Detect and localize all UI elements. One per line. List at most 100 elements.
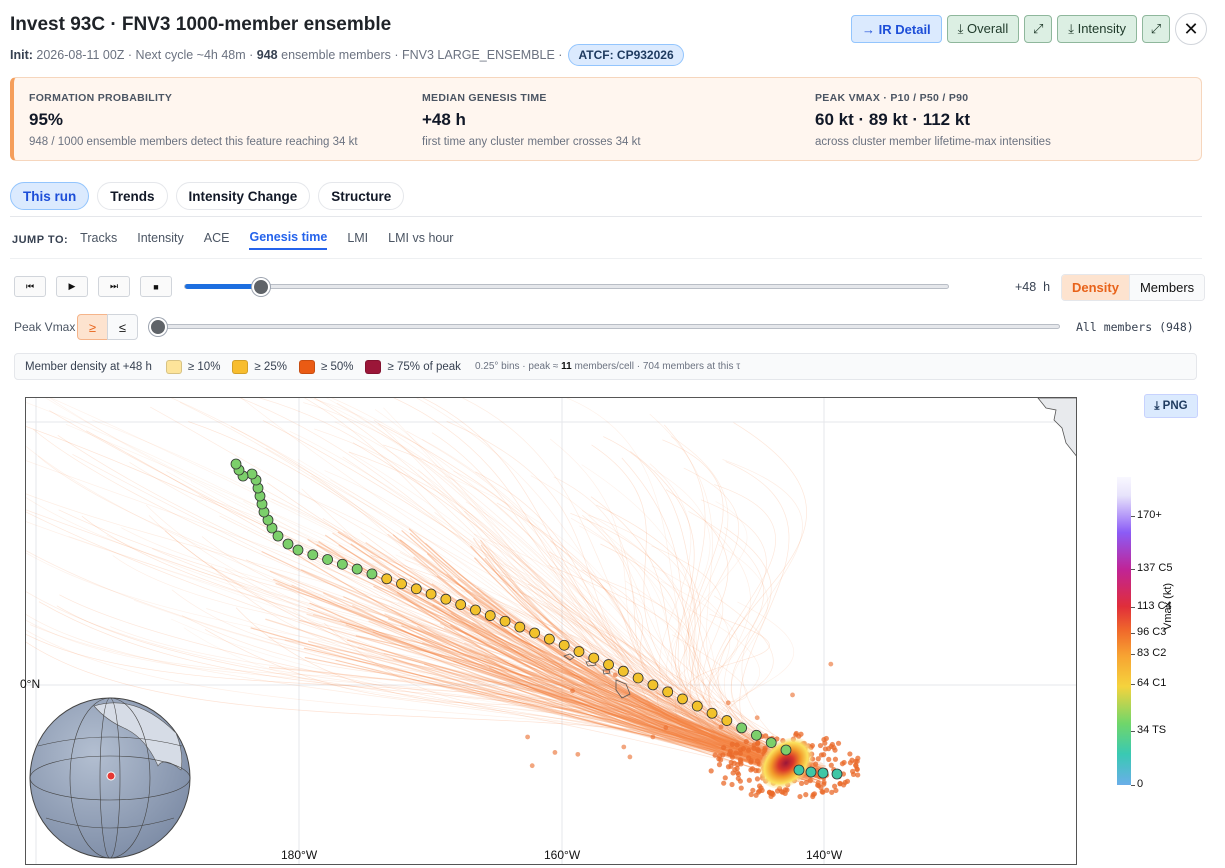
expand-overall-icon[interactable]: ⤢	[1024, 15, 1053, 43]
swatch	[298, 359, 315, 374]
member-position	[621, 744, 627, 750]
time-slider-track[interactable]	[184, 284, 949, 289]
time-slider-handle[interactable]	[251, 278, 270, 296]
skip-start-button[interactable]: ⏮	[14, 276, 46, 297]
vmax-le-button[interactable]: ≤	[107, 314, 138, 340]
track-point	[366, 568, 378, 580]
member-position	[627, 754, 633, 760]
close-icon[interactable]: ✕	[1175, 13, 1207, 45]
track-point	[831, 768, 843, 780]
play-button[interactable]: ▶	[56, 276, 88, 297]
time-slider-fill	[185, 284, 262, 289]
colorbar-title: Vmax (kt)	[1162, 582, 1174, 630]
jump-tracks[interactable]: Tracks	[80, 231, 117, 249]
track-point	[336, 558, 348, 570]
member-position	[813, 761, 819, 767]
run-info: Init: 2026-08-11 00Z · Next cycle ~4h 48…	[10, 44, 684, 66]
member-position	[729, 781, 735, 788]
density-legend: Member density at +48 h ≥ 10% ≥ 25% ≥ 50…	[14, 353, 1197, 380]
track-point	[691, 700, 703, 712]
member-position	[754, 758, 760, 764]
stat-value: +48 h	[422, 110, 466, 129]
density-legend-item: ≥ 25%	[232, 359, 287, 374]
member-position	[822, 746, 828, 752]
track-density-map[interactable]	[25, 397, 1077, 865]
tab-this-run[interactable]: This run	[10, 182, 90, 210]
member-count: 948	[256, 48, 278, 62]
member-position	[837, 781, 843, 787]
colorbar-tick	[1131, 606, 1135, 608]
member-position	[575, 751, 581, 757]
track-point	[292, 544, 304, 556]
member-position	[790, 692, 795, 698]
member-position	[824, 787, 830, 793]
colorbar-tick-label: 170+	[1137, 509, 1162, 522]
jump-genesis-time[interactable]: Genesis time	[249, 230, 328, 250]
vmax-slider-track[interactable]	[158, 324, 1060, 329]
colorbar-tick-label: 0	[1137, 778, 1144, 790]
jump-label: JUMP TO:	[12, 234, 69, 246]
member-position	[798, 780, 805, 786]
stop-button[interactable]: ■	[140, 276, 172, 297]
vmax-ge-button[interactable]: ≥	[77, 314, 108, 340]
colorbar-tick	[1131, 516, 1135, 518]
expand-intensity-icon[interactable]: ⤢	[1142, 15, 1170, 43]
stat-formation-probability: FORMATION PROBABILITY 95% 948 / 1000 ens…	[29, 92, 358, 148]
legend-label: ≥ 25%	[254, 360, 287, 373]
tab-structure[interactable]: Structure	[318, 182, 405, 210]
colorbar-tick-label: 83 C2	[1137, 646, 1167, 659]
vmax-slider-handle[interactable]	[149, 318, 167, 336]
stat-value: 60 kt · 89 kt · 112 kt	[815, 110, 970, 129]
member-position	[762, 745, 768, 751]
member-position	[721, 780, 727, 786]
jump-to-nav: JUMP TO: Tracks Intensity ACE Genesis ti…	[12, 230, 473, 250]
download-overall-button[interactable]: ⤓ Overall	[946, 15, 1020, 43]
track-point	[647, 679, 659, 691]
track-point	[573, 646, 585, 657]
ir-detail-button[interactable]: → IR Detail	[851, 15, 942, 43]
jump-lmi[interactable]: LMI	[347, 231, 368, 249]
stat-desc: 948 / 1000 ensemble members detect this …	[29, 136, 358, 148]
density-mode-button[interactable]: Density	[1062, 275, 1129, 300]
download-intensity-button[interactable]: ⤓ Intensity	[1057, 15, 1137, 43]
page-title: Invest 93C · FNV3 1000-member ensemble	[10, 14, 392, 35]
track-point	[617, 665, 629, 677]
vmax-colorbar	[1117, 477, 1131, 785]
track-point	[470, 604, 481, 616]
track-point	[543, 633, 555, 645]
member-position	[529, 763, 535, 769]
header-actions: → IR Detail ⤓ Overall ⤢ ⤓ Intensity ⤢ ✕	[851, 13, 1207, 45]
tab-intensity-change[interactable]: Intensity Change	[175, 182, 311, 210]
member-position	[525, 734, 531, 740]
jump-intensity[interactable]: Intensity	[137, 231, 184, 249]
track-point	[662, 686, 674, 698]
member-position	[810, 792, 816, 798]
member-position	[847, 751, 853, 757]
member-position	[849, 768, 856, 775]
vmax-filter-value: All members (948)	[1076, 320, 1194, 334]
density-legend-title: Member density at +48 h	[25, 360, 152, 373]
member-position	[717, 753, 723, 759]
lat-label: 0°N	[20, 677, 41, 691]
member-position	[708, 768, 714, 774]
track-point	[780, 744, 792, 756]
jump-lmi-vs-hour[interactable]: LMI vs hour	[388, 231, 453, 249]
member-position	[729, 754, 736, 760]
tab-trends[interactable]: Trends	[97, 182, 168, 210]
download-png-button[interactable]: ⤓ PNG	[1144, 394, 1198, 418]
member-position	[841, 759, 847, 766]
members-mode-button[interactable]: Members	[1128, 275, 1205, 300]
track-point	[736, 722, 748, 734]
member-position	[650, 734, 656, 740]
track-point	[322, 554, 333, 565]
peak-vmax-label: Peak Vmax	[14, 320, 76, 334]
member-position	[737, 778, 743, 784]
track-point	[805, 766, 817, 778]
member-position	[755, 748, 762, 754]
skip-end-button[interactable]: ⏭	[98, 276, 130, 297]
member-position	[716, 761, 723, 768]
note-peak: 11	[561, 361, 572, 372]
member-position	[853, 758, 859, 764]
jump-ace[interactable]: ACE	[204, 231, 230, 249]
track-point	[381, 573, 393, 585]
